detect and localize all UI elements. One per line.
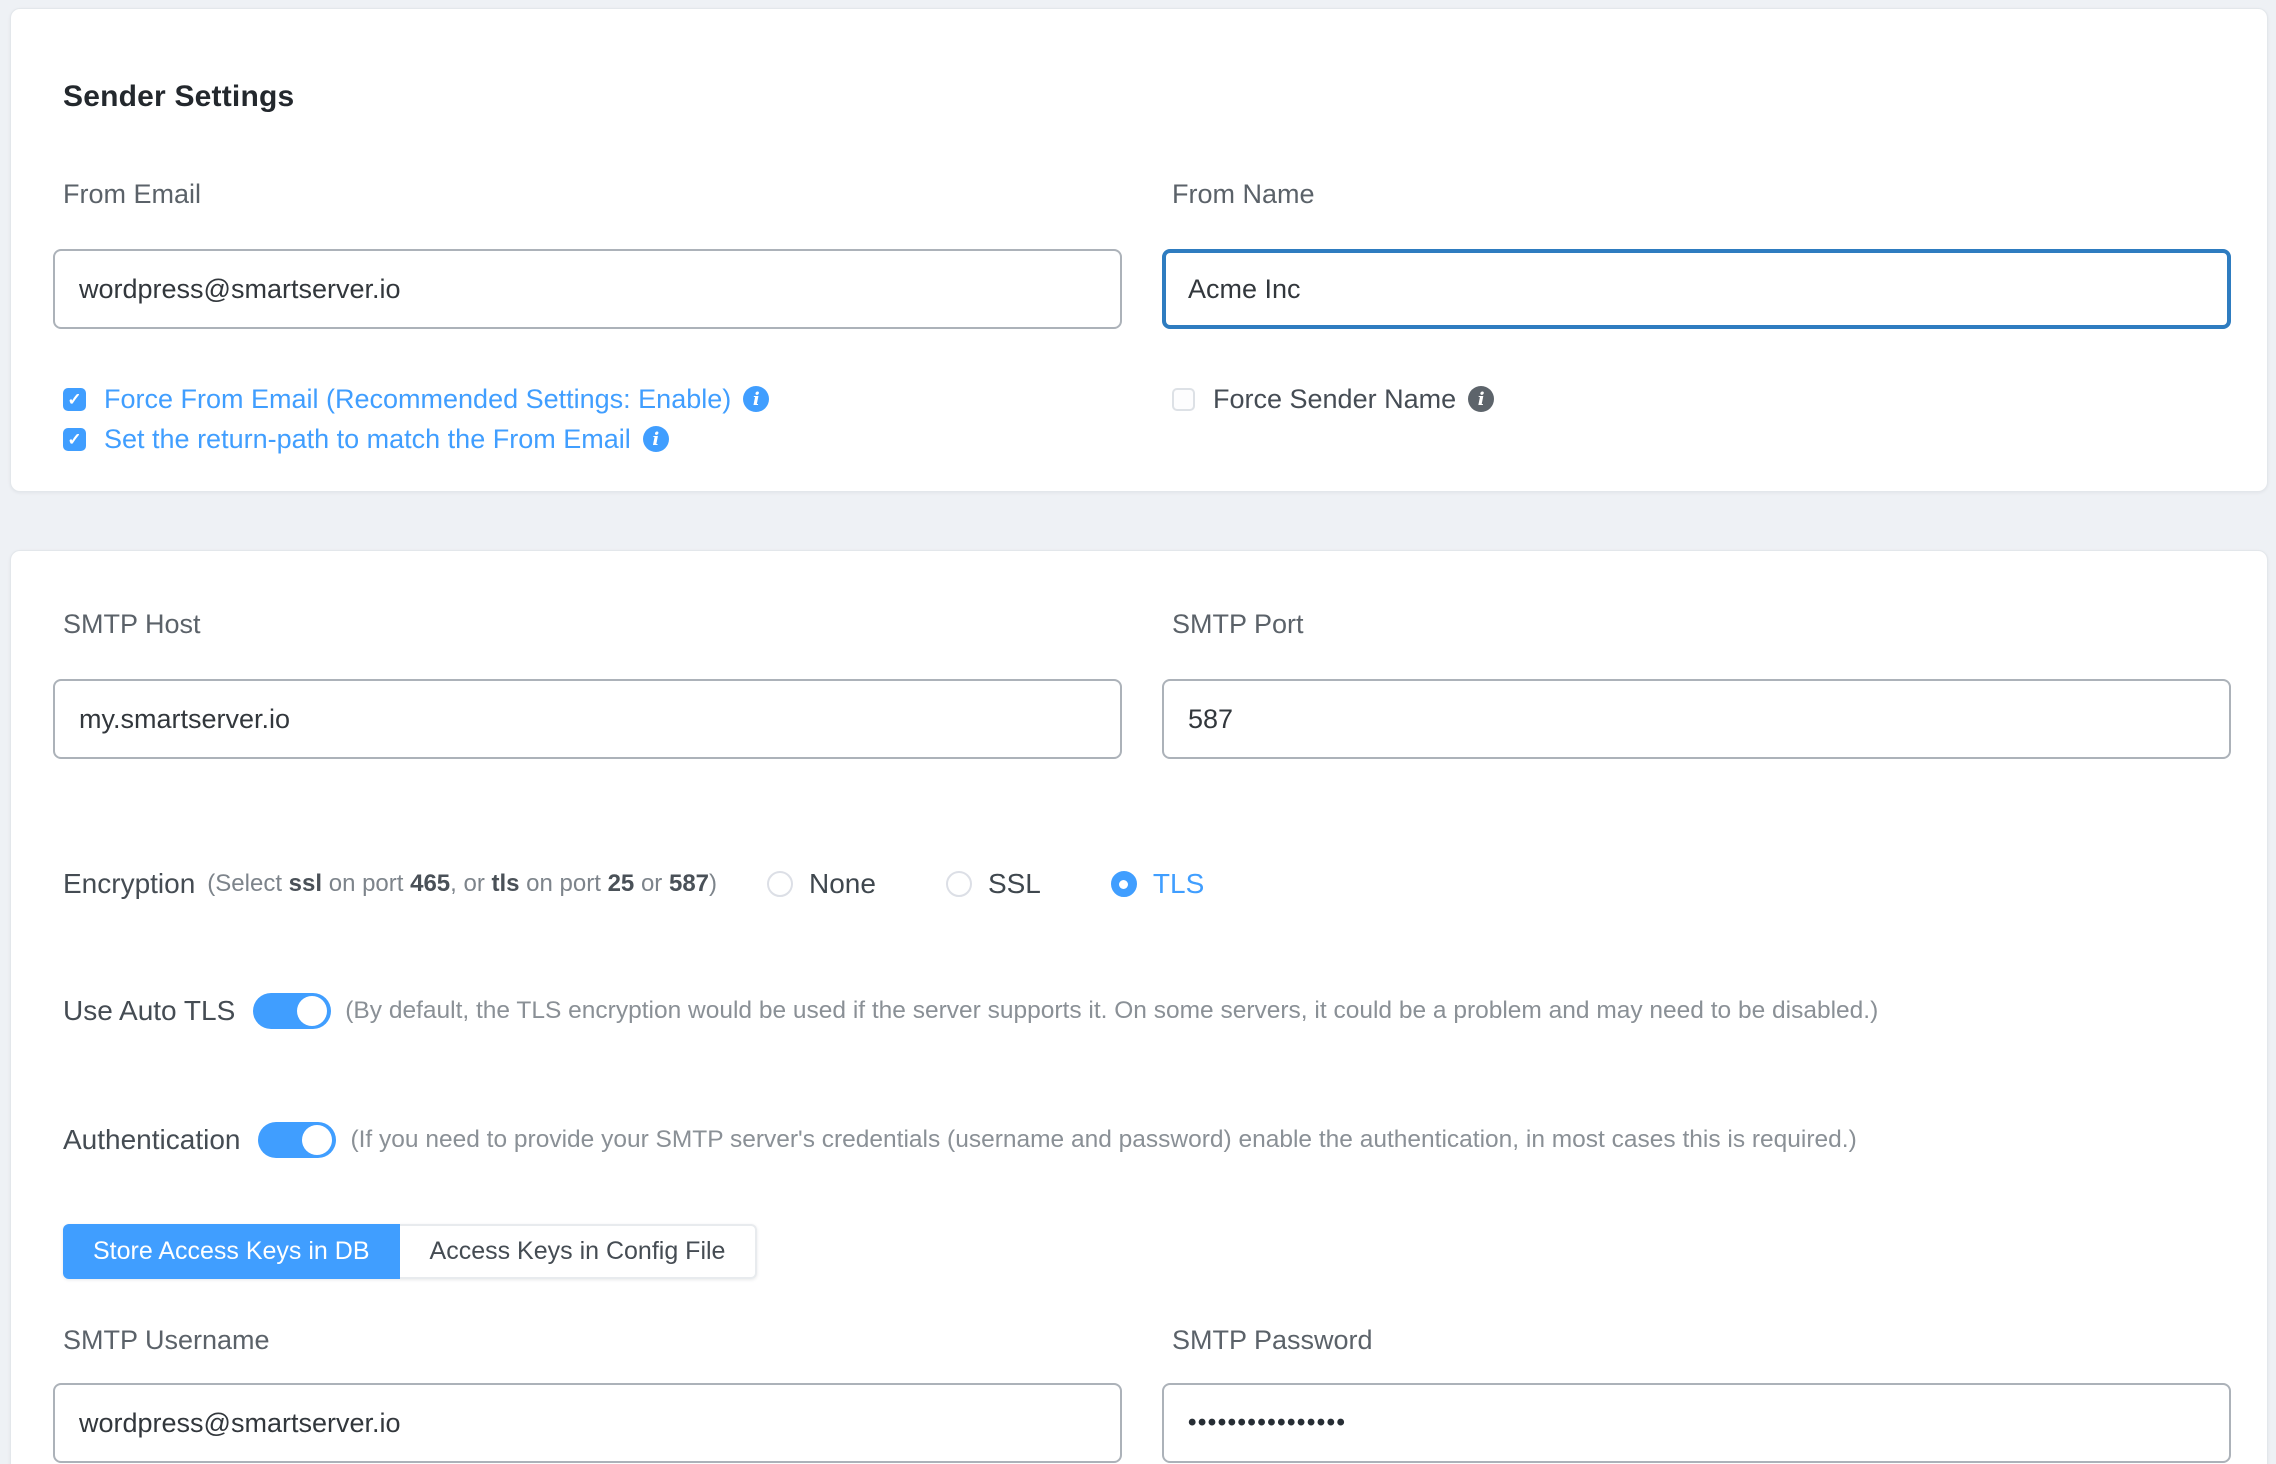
encryption-row: Encryption (Select ssl on port 465, or t… xyxy=(63,864,2231,904)
sender-settings-panel: Sender Settings From Email ✓ Force From … xyxy=(10,8,2268,492)
auto-tls-row: Use Auto TLS (By default, the TLS encryp… xyxy=(63,989,2231,1033)
hint-text: , or xyxy=(450,870,491,897)
smtp-password-column: SMTP Password xyxy=(1162,1323,2231,1463)
smtp-host-column: SMTP Host xyxy=(53,607,1122,759)
hint-text: on port xyxy=(322,870,410,897)
force-from-email-row: ✓ Force From Email (Recommended Settings… xyxy=(63,379,1122,419)
smtp-settings-page: Sender Settings From Email ✓ Force From … xyxy=(0,0,2276,1464)
from-email-input[interactable] xyxy=(53,249,1122,329)
encryption-radio-group: None SSL TLS xyxy=(767,868,1204,900)
radio-ssl-label[interactable]: SSL xyxy=(988,868,1041,900)
force-sender-name-checkbox[interactable] xyxy=(1172,388,1195,411)
force-sender-block: Force Sender Name i xyxy=(1172,379,2231,419)
radio-none-label[interactable]: None xyxy=(809,868,876,900)
auto-tls-description: (By default, the TLS encryption would be… xyxy=(345,997,1878,1025)
hint-text: (Select xyxy=(207,870,288,897)
auto-tls-label: Use Auto TLS xyxy=(63,995,235,1027)
check-icon: ✓ xyxy=(67,431,81,448)
smtp-password-input[interactable] xyxy=(1162,1383,2231,1463)
toggle-knob xyxy=(302,1125,332,1155)
smtp-password-label: SMTP Password xyxy=(1172,1323,2231,1357)
return-path-label[interactable]: Set the return-path to match the From Em… xyxy=(104,424,631,455)
radio-ssl-input[interactable] xyxy=(946,871,972,897)
encryption-option-none[interactable]: None xyxy=(767,868,876,900)
auto-tls-toggle[interactable] xyxy=(253,993,331,1029)
smtp-connection-panel: SMTP Host SMTP Port Encryption (Select s… xyxy=(10,550,2268,1464)
sender-checkbox-block: ✓ Force From Email (Recommended Settings… xyxy=(63,379,1122,459)
info-icon[interactable]: i xyxy=(1468,386,1494,412)
return-path-row: ✓ Set the return-path to match the From … xyxy=(63,419,1122,459)
hint-text: ) xyxy=(709,870,717,897)
info-icon[interactable]: i xyxy=(643,426,669,452)
force-from-email-label[interactable]: Force From Email (Recommended Settings: … xyxy=(104,384,731,415)
encryption-option-tls[interactable]: TLS xyxy=(1111,868,1204,900)
smtp-port-column: SMTP Port xyxy=(1162,607,2231,759)
smtp-port-input[interactable] xyxy=(1162,679,2231,759)
smtp-username-column: SMTP Username xyxy=(53,1323,1122,1463)
radio-tls-input[interactable] xyxy=(1111,871,1137,897)
hint-text: on port xyxy=(520,870,608,897)
authentication-description: (If you need to provide your SMTP server… xyxy=(350,1126,1856,1154)
hint-465: 465 xyxy=(410,870,450,897)
encryption-label: Encryption xyxy=(63,868,195,900)
sender-fields-grid: From Email ✓ Force From Email (Recommend… xyxy=(53,177,2231,459)
radio-dot xyxy=(1119,880,1128,889)
hint-587: 587 xyxy=(669,870,709,897)
store-keys-in-db-button[interactable]: Store Access Keys in DB xyxy=(63,1224,400,1279)
from-name-input[interactable] xyxy=(1162,249,2231,329)
smtp-username-label: SMTP Username xyxy=(63,1323,1122,1357)
from-email-label: From Email xyxy=(63,177,1122,211)
hint-text: or xyxy=(634,870,669,897)
key-storage-button-group: Store Access Keys in DB Access Keys in C… xyxy=(63,1224,757,1279)
smtp-username-input[interactable] xyxy=(53,1383,1122,1463)
hint-tls: tls xyxy=(492,870,520,897)
radio-tls-label[interactable]: TLS xyxy=(1153,868,1204,900)
hint-25: 25 xyxy=(608,870,635,897)
smtp-port-label: SMTP Port xyxy=(1172,607,2231,641)
radio-none-input[interactable] xyxy=(767,871,793,897)
info-icon[interactable]: i xyxy=(743,386,769,412)
from-name-label: From Name xyxy=(1172,177,2231,211)
encryption-hint: (Select ssl on port 465, or tls on port … xyxy=(207,870,717,898)
keys-in-config-file-button[interactable]: Access Keys in Config File xyxy=(400,1224,758,1279)
encryption-option-ssl[interactable]: SSL xyxy=(946,868,1041,900)
authentication-row: Authentication (If you need to provide y… xyxy=(63,1118,2231,1162)
from-email-column: From Email ✓ Force From Email (Recommend… xyxy=(53,177,1122,459)
return-path-checkbox[interactable]: ✓ xyxy=(63,428,86,451)
check-icon: ✓ xyxy=(67,391,81,408)
credentials-grid: SMTP Username SMTP Password xyxy=(53,1323,2231,1463)
force-sender-name-label[interactable]: Force Sender Name xyxy=(1213,384,1456,415)
from-name-column: From Name Force Sender Name i xyxy=(1162,177,2231,459)
force-from-email-checkbox[interactable]: ✓ xyxy=(63,388,86,411)
smtp-host-label: SMTP Host xyxy=(63,607,1122,641)
force-sender-name-row: Force Sender Name i xyxy=(1172,379,2231,419)
page-title: Sender Settings xyxy=(63,79,2231,115)
host-port-grid: SMTP Host SMTP Port xyxy=(53,607,2231,759)
authentication-label: Authentication xyxy=(63,1124,240,1156)
authentication-toggle[interactable] xyxy=(258,1122,336,1158)
hint-ssl: ssl xyxy=(289,870,322,897)
smtp-host-input[interactable] xyxy=(53,679,1122,759)
toggle-knob xyxy=(297,996,327,1026)
